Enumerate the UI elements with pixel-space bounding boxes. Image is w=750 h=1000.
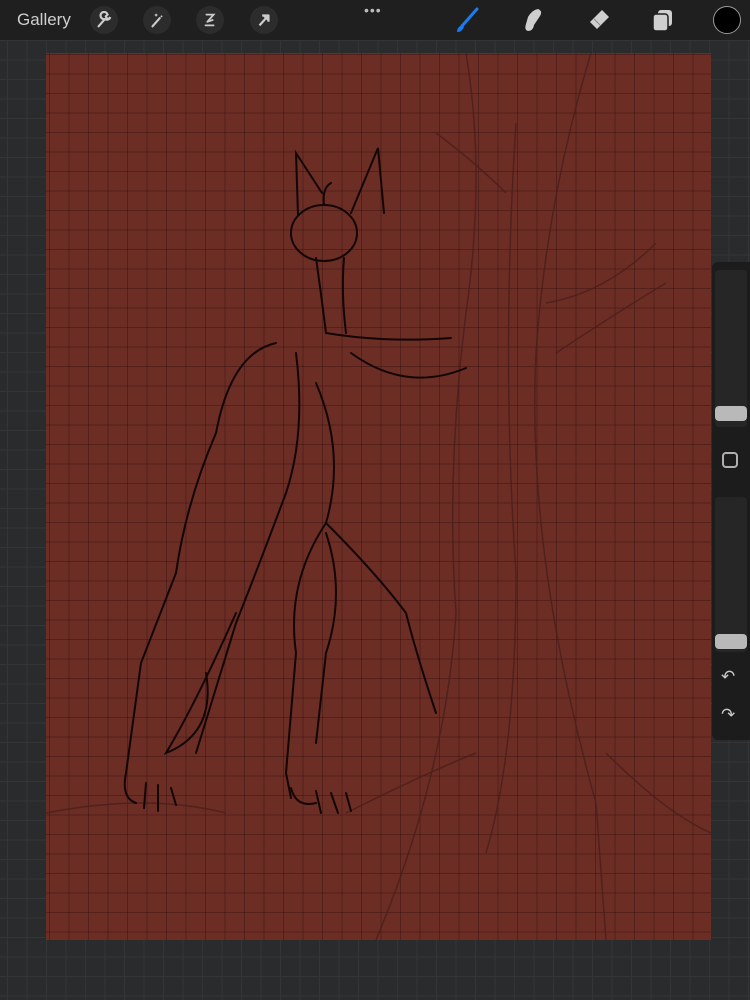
- brush-size-slider[interactable]: [715, 270, 747, 427]
- undo-button[interactable]: ↶: [721, 667, 735, 687]
- opacity-slider[interactable]: [715, 497, 747, 652]
- smudge-icon[interactable]: [520, 7, 546, 33]
- top-toolbar: Gallery •••: [0, 0, 750, 40]
- color-picker[interactable]: [713, 6, 741, 34]
- brush-size-thumb[interactable]: [715, 406, 747, 421]
- sketch-artwork: [46, 53, 711, 940]
- redo-button[interactable]: ↷: [721, 705, 735, 725]
- selection-icon[interactable]: [196, 6, 224, 34]
- brush-icon[interactable]: [455, 7, 481, 33]
- modify-button[interactable]: [722, 452, 738, 468]
- wrench-icon[interactable]: [90, 6, 118, 34]
- transform-arrow-icon[interactable]: [250, 6, 278, 34]
- magic-wand-icon[interactable]: [143, 6, 171, 34]
- layers-icon[interactable]: [650, 7, 676, 33]
- right-sidebar: ↶ ↷: [712, 262, 750, 740]
- more-menu[interactable]: •••: [364, 2, 382, 18]
- drawing-canvas[interactable]: [46, 53, 711, 940]
- gallery-button[interactable]: Gallery: [17, 10, 71, 30]
- eraser-icon[interactable]: [585, 7, 611, 33]
- opacity-thumb[interactable]: [715, 634, 747, 649]
